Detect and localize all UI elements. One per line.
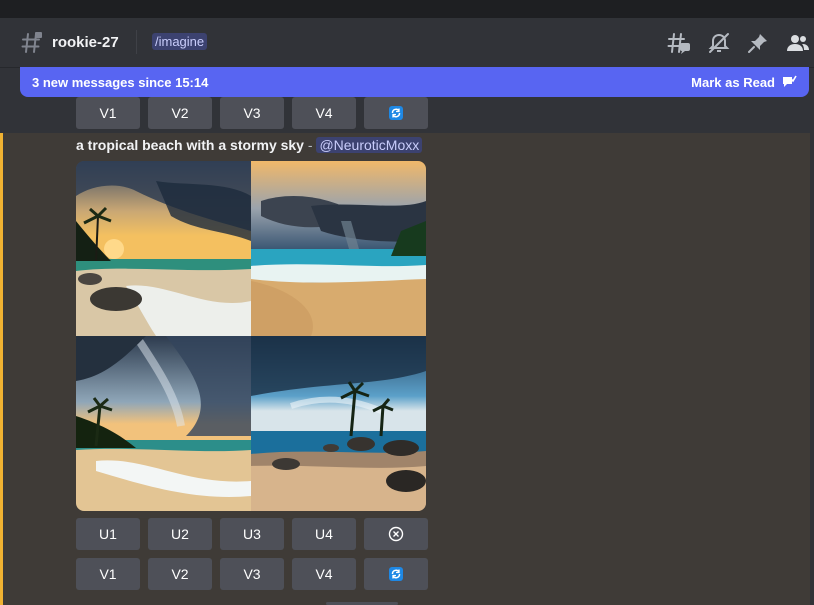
beach-image-3 bbox=[76, 336, 251, 511]
u4-button[interactable]: U4 bbox=[292, 518, 356, 550]
hash-icon bbox=[21, 32, 42, 53]
image-tile-3[interactable] bbox=[76, 336, 251, 511]
new-messages-banner[interactable]: 3 new messages since 15:14 Mark as Read bbox=[20, 67, 809, 97]
u3-button[interactable]: U3 bbox=[220, 518, 284, 550]
channel-header: rookie-27 /imagine bbox=[0, 18, 814, 68]
prev-reroll-button[interactable] bbox=[364, 97, 428, 129]
mark-as-read-label: Mark as Read bbox=[691, 74, 775, 90]
prev-v3-button[interactable]: V3 bbox=[220, 97, 284, 129]
image-tile-2[interactable] bbox=[251, 161, 426, 336]
prompt-text: a tropical beach with a stormy sky bbox=[76, 137, 304, 153]
message-prompt-line: a tropical beach with a stormy sky - @Ne… bbox=[76, 137, 423, 153]
mark-as-read-button[interactable]: Mark as Read bbox=[691, 74, 797, 90]
mark-read-icon bbox=[783, 75, 797, 87]
reroll-button[interactable] bbox=[364, 558, 428, 590]
image-tile-1[interactable] bbox=[76, 161, 251, 336]
header-divider bbox=[136, 30, 137, 54]
user-mention[interactable]: @NeuroticMoxx bbox=[316, 137, 423, 153]
previous-variation-row: V1 V2 V3 V4 bbox=[76, 97, 428, 129]
v3-button[interactable]: V3 bbox=[220, 558, 284, 590]
prev-v4-button[interactable]: V4 bbox=[292, 97, 356, 129]
window-top-strip bbox=[0, 0, 814, 18]
members-icon[interactable] bbox=[786, 31, 810, 55]
prev-v1-button[interactable]: V1 bbox=[76, 97, 140, 129]
beach-image-2 bbox=[251, 161, 426, 336]
v2-button[interactable]: V2 bbox=[148, 558, 212, 590]
v4-button[interactable]: V4 bbox=[292, 558, 356, 590]
threads-icon[interactable] bbox=[667, 31, 691, 55]
channel-topic[interactable]: /imagine bbox=[152, 33, 208, 50]
u1-button[interactable]: U1 bbox=[76, 518, 140, 550]
cancel-button[interactable] bbox=[364, 518, 428, 550]
prev-v2-button[interactable]: V2 bbox=[148, 97, 212, 129]
image-grid[interactable] bbox=[76, 161, 426, 511]
beach-image-1 bbox=[76, 161, 251, 336]
upscale-row: U1 U2 U3 U4 bbox=[76, 518, 428, 550]
chat-messages: V1 V2 V3 V4 a tropical beach with a stor… bbox=[0, 97, 814, 605]
prompt-separator: - bbox=[303, 137, 317, 153]
refresh-icon bbox=[389, 106, 403, 120]
v1-button[interactable]: V1 bbox=[76, 558, 140, 590]
image-tile-4[interactable] bbox=[251, 336, 426, 511]
beach-image-4 bbox=[251, 336, 426, 511]
u2-button[interactable]: U2 bbox=[148, 518, 212, 550]
bell-slash-icon[interactable] bbox=[707, 31, 731, 55]
channel-name: rookie-27 bbox=[52, 34, 119, 51]
variation-row: V1 V2 V3 V4 bbox=[76, 558, 428, 590]
new-messages-text: 3 new messages since 15:14 bbox=[32, 74, 209, 90]
refresh-icon bbox=[389, 567, 403, 581]
pin-icon[interactable] bbox=[746, 31, 770, 55]
cancel-icon bbox=[388, 526, 404, 542]
